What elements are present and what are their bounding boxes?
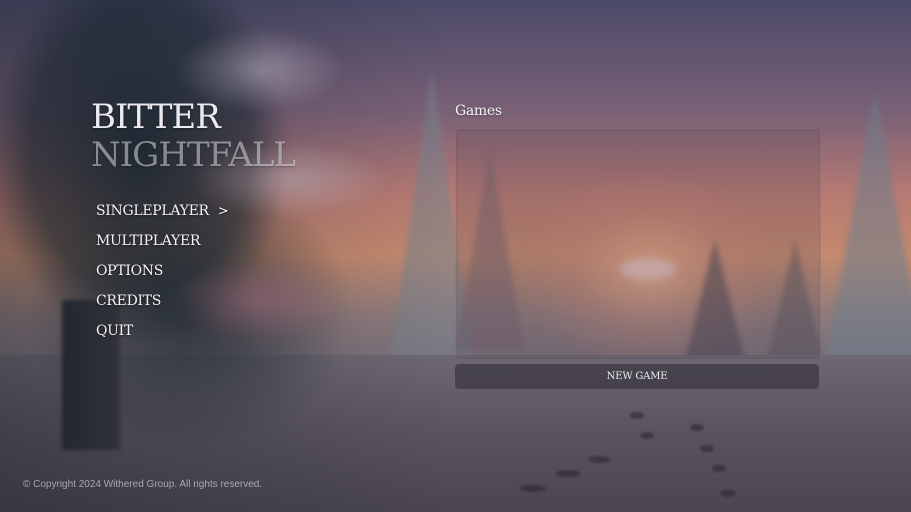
background-pine-tree bbox=[820, 90, 911, 390]
footprint bbox=[588, 456, 610, 463]
menu-item-credits[interactable]: CREDITS bbox=[96, 286, 228, 316]
footprint bbox=[520, 485, 546, 492]
footprint bbox=[556, 470, 580, 477]
game-title-line2: NIGHTFALL bbox=[91, 135, 296, 175]
footprint bbox=[630, 412, 644, 419]
copyright-text: © Copyright 2024 Withered Group. All rig… bbox=[23, 479, 263, 490]
footprint bbox=[712, 465, 726, 472]
footprint bbox=[640, 432, 654, 439]
new-game-button[interactable]: NEW GAME bbox=[455, 364, 819, 389]
menu-item-label: OPTIONS bbox=[96, 263, 163, 279]
game-title-line1: BITTER bbox=[91, 97, 221, 137]
menu-item-singleplayer[interactable]: SINGLEPLAYER > bbox=[96, 196, 229, 226]
saved-games-list[interactable] bbox=[455, 128, 821, 360]
games-section-title: Games bbox=[455, 103, 502, 119]
main-menu-screen: BITTER NIGHTFALL SINGLEPLAYER > MULTIPLA… bbox=[0, 0, 911, 512]
menu-item-multiplayer[interactable]: MULTIPLAYER bbox=[96, 226, 228, 256]
footprint bbox=[720, 490, 736, 497]
menu-item-label: MULTIPLAYER bbox=[96, 233, 201, 249]
menu-item-label: SINGLEPLAYER bbox=[96, 203, 209, 219]
menu-item-label: QUIT bbox=[96, 323, 133, 339]
chevron-right-icon: > bbox=[217, 203, 229, 219]
footprint bbox=[690, 424, 704, 431]
menu-item-options[interactable]: OPTIONS bbox=[96, 256, 228, 286]
main-menu: SINGLEPLAYER > MULTIPLAYER OPTIONS CREDI… bbox=[96, 196, 229, 346]
game-logo: BITTER NIGHTFALL bbox=[91, 97, 296, 175]
menu-item-quit[interactable]: QUIT bbox=[96, 316, 228, 346]
menu-item-label: CREDITS bbox=[96, 293, 162, 309]
footprint bbox=[700, 445, 714, 452]
